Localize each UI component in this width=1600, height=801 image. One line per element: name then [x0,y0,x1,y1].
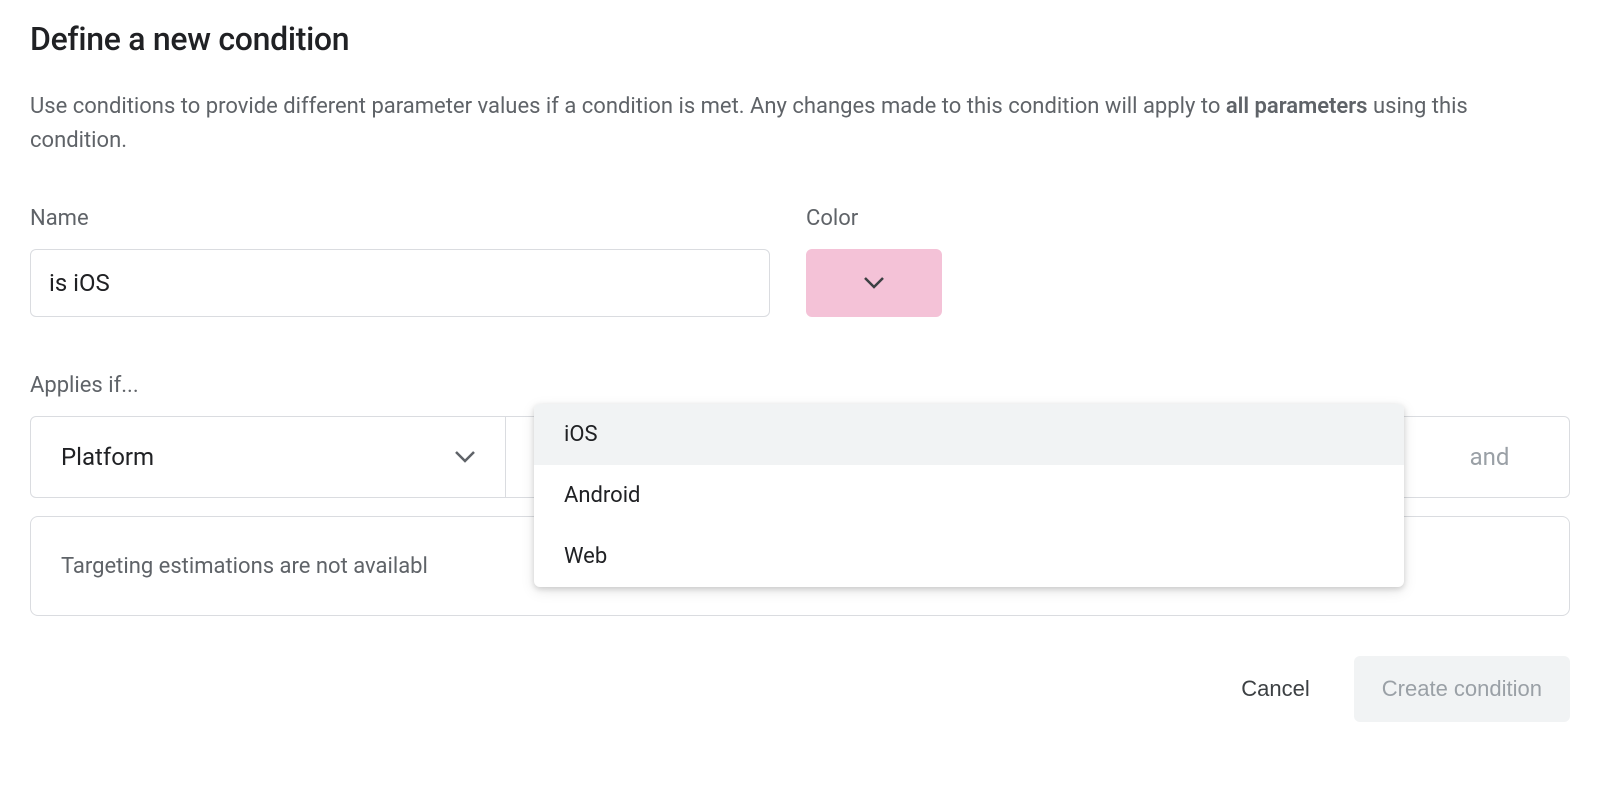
dropdown-option-ios[interactable]: iOS [534,404,1404,465]
description-prefix: Use conditions to provide different para… [30,94,1226,119]
dropdown-option-android[interactable]: Android [534,465,1404,526]
page-title: Define a new condition [30,20,1570,58]
name-input[interactable] [30,249,770,317]
name-field-group: Name [30,206,770,317]
applies-section: Applies if... Platform and iOS Android W… [30,373,1570,616]
field-row: Name Color [30,206,1570,317]
description-bold: all parameters [1226,94,1368,119]
condition-row: Platform and iOS Android Web [30,416,1570,498]
color-label: Color [806,206,942,231]
color-field-group: Color [806,206,942,317]
applies-label: Applies if... [30,373,1570,398]
cancel-button[interactable]: Cancel [1233,664,1317,714]
create-condition-button[interactable]: Create condition [1354,656,1570,722]
condition-type-select[interactable]: Platform [30,416,506,498]
color-select[interactable] [806,249,942,317]
platform-dropdown: iOS Android Web [534,404,1404,587]
chevron-down-icon [864,277,884,289]
name-label: Name [30,206,770,231]
dropdown-option-web[interactable]: Web [534,526,1404,587]
condition-type-text: Platform [61,443,154,471]
footer: Cancel Create condition [30,656,1570,722]
chevron-down-icon [455,451,475,463]
description-text: Use conditions to provide different para… [30,90,1510,158]
and-button[interactable]: and [1410,416,1570,498]
estimation-text: Targeting estimations are not availabl [61,554,428,579]
